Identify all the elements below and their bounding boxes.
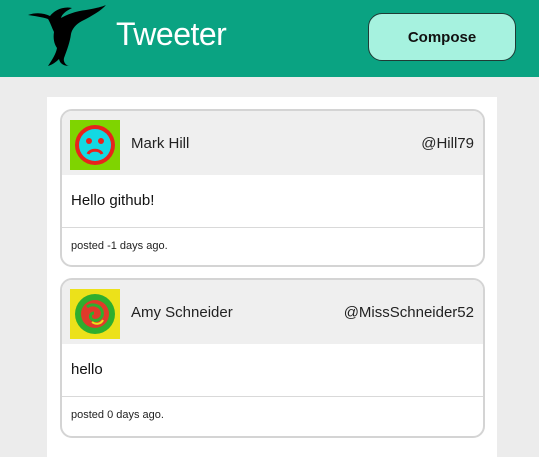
tweet-header: Amy Schneider @MissSchneider52	[62, 280, 483, 344]
hummingbird-icon	[28, 5, 106, 66]
tweet-timestamp: posted -1 days ago.	[71, 240, 168, 252]
author-name: Mark Hill	[131, 135, 190, 152]
brand-title: Tweeter	[116, 16, 227, 52]
swirl-avatar-icon	[70, 289, 120, 339]
tweet-header: Mark Hill @Hill79	[62, 111, 483, 175]
author-name: Amy Schneider	[131, 304, 233, 321]
tweet-card: Amy Schneider @MissSchneider52 hello pos…	[60, 278, 485, 438]
author-handle: @Hill79	[421, 135, 474, 152]
tweet-body: hello	[62, 344, 483, 397]
author-handle: @MissSchneider52	[343, 304, 474, 321]
tweet-text: Hello github!	[71, 192, 155, 209]
top-nav: Tweeter Compose	[0, 0, 539, 77]
tweet-text: hello	[71, 361, 103, 378]
compose-button[interactable]: Compose	[368, 13, 516, 61]
tweet-footer: posted -1 days ago.	[62, 228, 483, 265]
tweet-footer: posted 0 days ago.	[62, 397, 483, 436]
sad-face-avatar-icon	[70, 120, 120, 170]
tweet-timestamp: posted 0 days ago.	[71, 409, 164, 421]
tweet-card: Mark Hill @Hill79 Hello github! posted -…	[60, 109, 485, 267]
tweet-body: Hello github!	[62, 175, 483, 228]
